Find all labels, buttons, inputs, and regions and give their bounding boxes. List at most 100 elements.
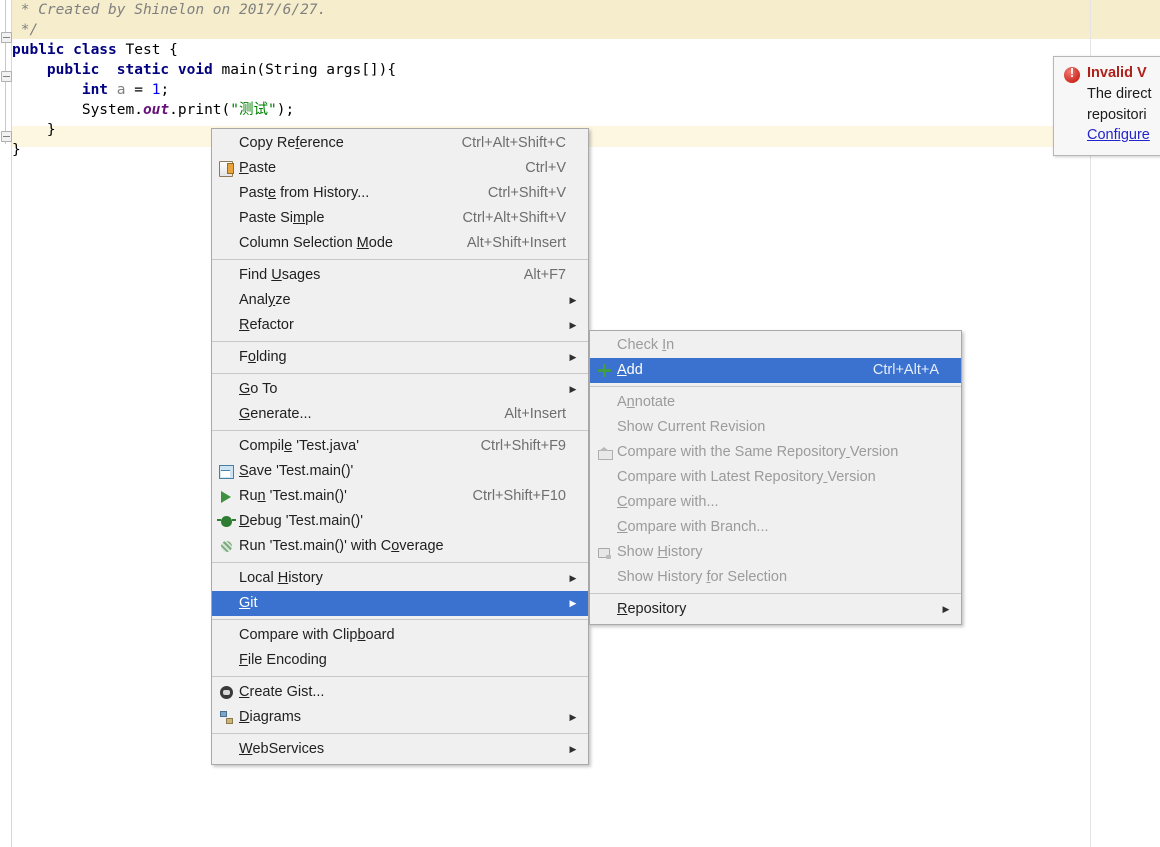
menu-item-analyze[interactable]: Analyze▶	[212, 288, 588, 313]
editor-context-menu[interactable]: Copy ReferenceCtrl+Alt+Shift+CPasteCtrl+…	[211, 128, 589, 765]
menu-item-icon-slot	[593, 440, 615, 465]
menu-item-compare-with-clipboard[interactable]: Compare with Clipboard	[212, 623, 588, 648]
menu-item-icon-slot	[215, 231, 237, 256]
menu-item-label: Show History	[615, 540, 939, 565]
menu-separator	[212, 259, 588, 260]
menu-item-folding[interactable]: Folding▶	[212, 345, 588, 370]
code-token: }	[12, 142, 21, 158]
menu-item-label: Paste	[237, 156, 499, 181]
menu-item-label: Generate...	[237, 402, 478, 427]
menu-item-create-gist[interactable]: Create Gist...	[212, 680, 588, 705]
menu-separator	[590, 386, 961, 387]
menu-item-icon-slot	[215, 206, 237, 231]
menu-item-go-to[interactable]: Go To▶	[212, 377, 588, 402]
menu-item-run-test-main[interactable]: Run 'Test.main()'Ctrl+Shift+F10	[212, 484, 588, 509]
menu-item-find-usages[interactable]: Find UsagesAlt+F7	[212, 263, 588, 288]
git-item-compare-with[interactable]: Compare with...	[590, 490, 961, 515]
configure-link[interactable]: Configure	[1087, 125, 1160, 145]
menu-item-label: Debug 'Test.main()'	[237, 509, 566, 534]
chevron-right-icon: ▶	[566, 566, 580, 591]
chevron-right-icon: ▶	[566, 313, 580, 338]
menu-item-icon-slot	[215, 459, 237, 484]
menu-separator	[590, 593, 961, 594]
code-token: main(String args[]){	[222, 62, 397, 78]
menu-item-label: Repository	[615, 597, 939, 622]
menu-item-debug-test-main[interactable]: Debug 'Test.main()'	[212, 509, 588, 534]
menu-item-label: File Encoding	[237, 648, 566, 673]
paste-icon	[219, 161, 233, 177]
menu-item-shortcut: Ctrl+Alt+Shift+V	[436, 206, 566, 231]
menu-separator	[212, 341, 588, 342]
git-item-compare-with-latest-repository-version[interactable]: Compare with Latest Repository Version	[590, 465, 961, 490]
menu-item-label: Analyze	[237, 288, 566, 313]
menu-item-webservices[interactable]: WebServices▶	[212, 737, 588, 762]
code-token: int	[12, 82, 117, 98]
menu-item-icon-slot	[215, 680, 237, 705]
fold-marker-icon[interactable]	[1, 131, 12, 142]
chevron-right-icon: ▶	[566, 377, 580, 402]
menu-item-label: Run 'Test.main()'	[237, 484, 447, 509]
menu-item-icon-slot	[215, 484, 237, 509]
git-item-repository[interactable]: Repository▶	[590, 597, 961, 622]
code-token: "测试"	[230, 102, 276, 118]
git-item-compare-with-branch[interactable]: Compare with Branch...	[590, 515, 961, 540]
fold-marker-icon[interactable]	[1, 71, 12, 82]
git-item-show-history[interactable]: Show History	[590, 540, 961, 565]
git-item-show-history-for-selection[interactable]: Show History for Selection	[590, 565, 961, 590]
menu-item-diagrams[interactable]: Diagrams▶	[212, 705, 588, 730]
menu-item-shortcut: Ctrl+Alt+A	[847, 358, 939, 383]
chevron-right-icon: ▶	[566, 345, 580, 370]
git-item-show-current-revision[interactable]: Show Current Revision	[590, 415, 961, 440]
code-line: public class Test {	[12, 40, 396, 60]
invalid-vcs-root-notification[interactable]: Invalid V The direct repositori Configur…	[1053, 56, 1160, 156]
menu-item-shortcut: Ctrl+V	[499, 156, 566, 181]
menu-item-run-test-main-with-coverage[interactable]: Run 'Test.main()' with Coverage	[212, 534, 588, 559]
menu-item-refactor[interactable]: Refactor▶	[212, 313, 588, 338]
menu-item-paste-from-history[interactable]: Paste from History...Ctrl+Shift+V	[212, 181, 588, 206]
menu-separator	[212, 373, 588, 374]
menu-item-label: Find Usages	[237, 263, 498, 288]
menu-item-paste[interactable]: PasteCtrl+V	[212, 156, 588, 181]
menu-item-shortcut: Alt+Shift+Insert	[441, 231, 566, 256]
chevron-right-icon: ▶	[566, 288, 580, 313]
fold-marker-icon[interactable]	[1, 32, 12, 43]
git-submenu[interactable]: Check InAddCtrl+Alt+A AnnotateShow Curren…	[589, 330, 962, 625]
menu-item-label: Check In	[615, 333, 939, 358]
menu-item-local-history[interactable]: Local History▶	[212, 566, 588, 591]
git-item-compare-with-the-same-repository-version[interactable]: Compare with the Same Repository Version	[590, 440, 961, 465]
menu-item-icon-slot	[593, 390, 615, 415]
menu-item-save-test-main[interactable]: Save 'Test.main()'	[212, 459, 588, 484]
menu-item-icon-slot	[593, 465, 615, 490]
git-item-add[interactable]: AddCtrl+Alt+A	[590, 358, 961, 383]
menu-item-label: Paste Simple	[237, 206, 436, 231]
code-token: }	[12, 122, 56, 138]
menu-item-label: Compare with Clipboard	[237, 623, 566, 648]
menu-item-label: Go To	[237, 377, 566, 402]
git-item-annotate[interactable]: Annotate	[590, 390, 961, 415]
menu-item-label: Git	[237, 591, 566, 616]
menu-item-icon-slot	[215, 591, 237, 616]
menu-item-shortcut: Alt+F7	[498, 263, 566, 288]
git-item-check-in[interactable]: Check In	[590, 333, 961, 358]
editor-gutter[interactable]	[0, 0, 12, 847]
menu-item-git[interactable]: Git▶	[212, 591, 588, 616]
menu-item-icon-slot	[593, 415, 615, 440]
menu-item-label: Add	[615, 358, 847, 383]
menu-item-generate[interactable]: Generate...Alt+Insert	[212, 402, 588, 427]
menu-item-label: WebServices	[237, 737, 566, 762]
menu-item-file-encoding[interactable]: File Encoding	[212, 648, 588, 673]
menu-item-icon-slot	[215, 509, 237, 534]
menu-separator	[212, 562, 588, 563]
menu-item-label: Refactor	[237, 313, 566, 338]
menu-item-copy-reference[interactable]: Copy ReferenceCtrl+Alt+Shift+C	[212, 131, 588, 156]
menu-item-column-selection-mode[interactable]: Column Selection ModeAlt+Shift+Insert	[212, 231, 588, 256]
code-token: public class	[12, 42, 126, 58]
code-token: System.	[12, 102, 143, 118]
menu-item-label: Create Gist...	[237, 680, 566, 705]
menu-item-paste-simple[interactable]: Paste SimpleCtrl+Alt+Shift+V	[212, 206, 588, 231]
menu-item-compile-test-java[interactable]: Compile 'Test.java'Ctrl+Shift+F9	[212, 434, 588, 459]
menu-item-label: Copy Reference	[237, 131, 436, 156]
run-icon	[221, 491, 231, 503]
chevron-right-icon: ▶	[566, 737, 580, 762]
menu-item-icon-slot	[215, 534, 237, 559]
